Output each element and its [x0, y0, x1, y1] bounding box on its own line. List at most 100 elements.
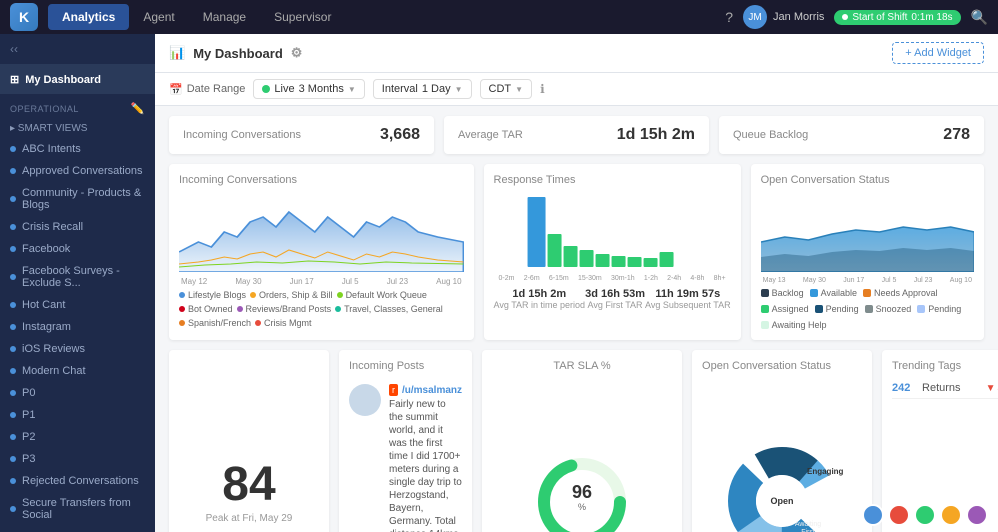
post-avatar: [349, 384, 381, 416]
legend-item: Pending: [917, 304, 961, 314]
sidebar-item-modern-chat[interactable]: Modern Chat: [0, 360, 155, 382]
post-content: r /u/msalmanz Fairly new to the summit w…: [389, 384, 462, 532]
sidebar-item-rejected[interactable]: Rejected Conversations: [0, 470, 155, 492]
legend-item: Bot Owned: [179, 304, 233, 314]
bottom-avatar[interactable]: [966, 504, 988, 526]
sidebar-item-label: ABC Intents: [22, 143, 81, 155]
help-button[interactable]: ?: [725, 9, 733, 25]
sidebar-item-label: Secure Transfers from Social: [22, 497, 145, 521]
my-dashboard-label: My Dashboard: [25, 74, 101, 86]
legend-dot: [250, 292, 256, 298]
legend-label: Default Work Queue: [346, 290, 427, 300]
my-dashboard-link[interactable]: ⊞ My Dashboard: [0, 65, 155, 94]
stat-value: 1d 15h 2m: [617, 126, 695, 144]
stat-label: Incoming Conversations: [183, 129, 301, 141]
stat-cards-row: Incoming Conversations 3,668 Average TAR…: [169, 116, 984, 154]
trending-label: Returns: [922, 382, 986, 394]
nav-manage[interactable]: Manage: [189, 4, 260, 30]
trending-number: 242: [892, 382, 922, 394]
sidebar-item-hot-cant[interactable]: Hot Cant: [0, 294, 155, 316]
x-label: May 30: [235, 277, 261, 286]
user-info: JM Jan Morris: [743, 5, 824, 29]
sidebar-item-p0[interactable]: P0: [0, 382, 155, 404]
sidebar-item-approved-conversations[interactable]: Approved Conversations: [0, 160, 155, 182]
item-dot: [10, 478, 16, 484]
sidebar-item-p1[interactable]: P1: [0, 404, 155, 426]
sidebar-item-abc-intents[interactable]: ABC Intents: [0, 138, 155, 160]
tar-value: 3d 16h 53m: [585, 288, 645, 300]
add-widget-button[interactable]: + Add Widget: [892, 42, 984, 64]
trending-percent: ▼ 4%: [986, 383, 998, 394]
item-dot: [10, 302, 16, 308]
svg-text:Open: Open: [771, 496, 794, 506]
legend-box: [815, 305, 823, 313]
legend-dot: [337, 292, 343, 298]
x-label: Aug 10: [436, 277, 461, 286]
sidebar-item-community[interactable]: Community - Products & Blogs: [0, 182, 155, 216]
nav-supervisor[interactable]: Supervisor: [260, 4, 345, 30]
legend-item: Travel, Classes, General: [335, 304, 443, 314]
legend-dot: [255, 320, 261, 326]
sidebar-item-social-messaging[interactable]: Social/Messaging Channels: [0, 526, 155, 532]
svg-text:First: First: [801, 529, 815, 532]
post-item: r /u/msalmanz Fairly new to the summit w…: [349, 378, 462, 532]
legend-dot: [179, 320, 185, 326]
stat-average-tar: Average TAR 1d 15h 2m: [444, 116, 709, 154]
sla-title: TAR SLA %: [553, 360, 610, 372]
sidebar-item-label: P2: [22, 431, 35, 443]
interval-select[interactable]: Interval 1 Day ▼: [373, 79, 472, 99]
user-name: Jan Morris: [773, 11, 824, 23]
sidebar-item-secure-transfers[interactable]: Secure Transfers from Social: [0, 492, 155, 526]
bottom-avatar[interactable]: [914, 504, 936, 526]
x-label: May 13: [763, 277, 786, 284]
item-dot: [10, 506, 16, 512]
content-area: 📊 My Dashboard ⚙ + Add Widget 📅 Date Ran…: [155, 34, 998, 532]
svg-text:Awaiting: Awaiting: [795, 521, 821, 528]
x-label: Jul 23: [914, 277, 933, 284]
sidebar-item-label: Modern Chat: [22, 365, 86, 377]
sidebar-item-p2[interactable]: P2: [0, 426, 155, 448]
chart-row-1: Incoming Conversations May: [169, 164, 984, 340]
bottom-avatar[interactable]: [862, 504, 884, 526]
sla-donut-svg: 96 %: [532, 452, 632, 532]
bottom-avatar[interactable]: [940, 504, 962, 526]
svg-text:96: 96: [572, 482, 592, 502]
sidebar-item-crisis-recall[interactable]: Crisis Recall: [0, 216, 155, 238]
sidebar-item-facebook-surveys[interactable]: Facebook Surveys - Exclude S...: [0, 260, 155, 294]
sidebar-item-ios-reviews[interactable]: iOS Reviews: [0, 338, 155, 360]
legend-item: Default Work Queue: [337, 290, 427, 300]
tar-value: 11h 19m 57s: [645, 288, 731, 300]
legend-item: Pending: [815, 304, 859, 314]
sidebar-item-facebook[interactable]: Facebook: [0, 238, 155, 260]
settings-icon[interactable]: ⚙: [291, 45, 303, 61]
collapse-sidebar-button[interactable]: ‹‹: [10, 42, 18, 56]
top-navigation: K Analytics Agent Manage Supervisor ? JM…: [0, 0, 998, 34]
bottom-avatar[interactable]: [888, 504, 910, 526]
x-label: 30m-1h: [611, 275, 635, 282]
sidebar-item-instagram[interactable]: Instagram: [0, 316, 155, 338]
incoming-conversations-chart: Incoming Conversations May: [169, 164, 474, 340]
dashboard-icon: ⊞: [10, 73, 19, 86]
timezone-select[interactable]: CDT ▼: [480, 79, 533, 99]
legend-dot: [179, 306, 185, 312]
smart-views-toggle[interactable]: ▸ SMART VIEWS: [0, 119, 155, 138]
calendar-icon: 📅: [169, 83, 183, 96]
edit-icon[interactable]: ✏️: [131, 102, 145, 115]
stat-label: Queue Backlog: [733, 129, 808, 141]
x-label: Aug 10: [950, 277, 972, 284]
nav-agent[interactable]: Agent: [129, 4, 188, 30]
shift-time: 0:1m 18s: [911, 12, 952, 23]
live-period-select[interactable]: Live 3 Months ▼: [253, 79, 364, 99]
legend-box: [863, 289, 871, 297]
search-icon[interactable]: 🔍: [971, 9, 988, 26]
tar-label: Avg First TAR: [585, 300, 645, 310]
stat-value: 278: [943, 126, 970, 144]
sidebar-item-p3[interactable]: P3: [0, 448, 155, 470]
sidebar-item-label: Facebook: [22, 243, 70, 255]
x-label: Jul 5: [342, 277, 359, 286]
x-label: Jul 23: [387, 277, 408, 286]
legend-label: Travel, Classes, General: [344, 304, 443, 314]
filter-info-icon[interactable]: ℹ: [540, 82, 545, 96]
response-times-chart: Response Times 0-2m 2-6m: [484, 164, 741, 340]
nav-analytics[interactable]: Analytics: [48, 4, 129, 30]
